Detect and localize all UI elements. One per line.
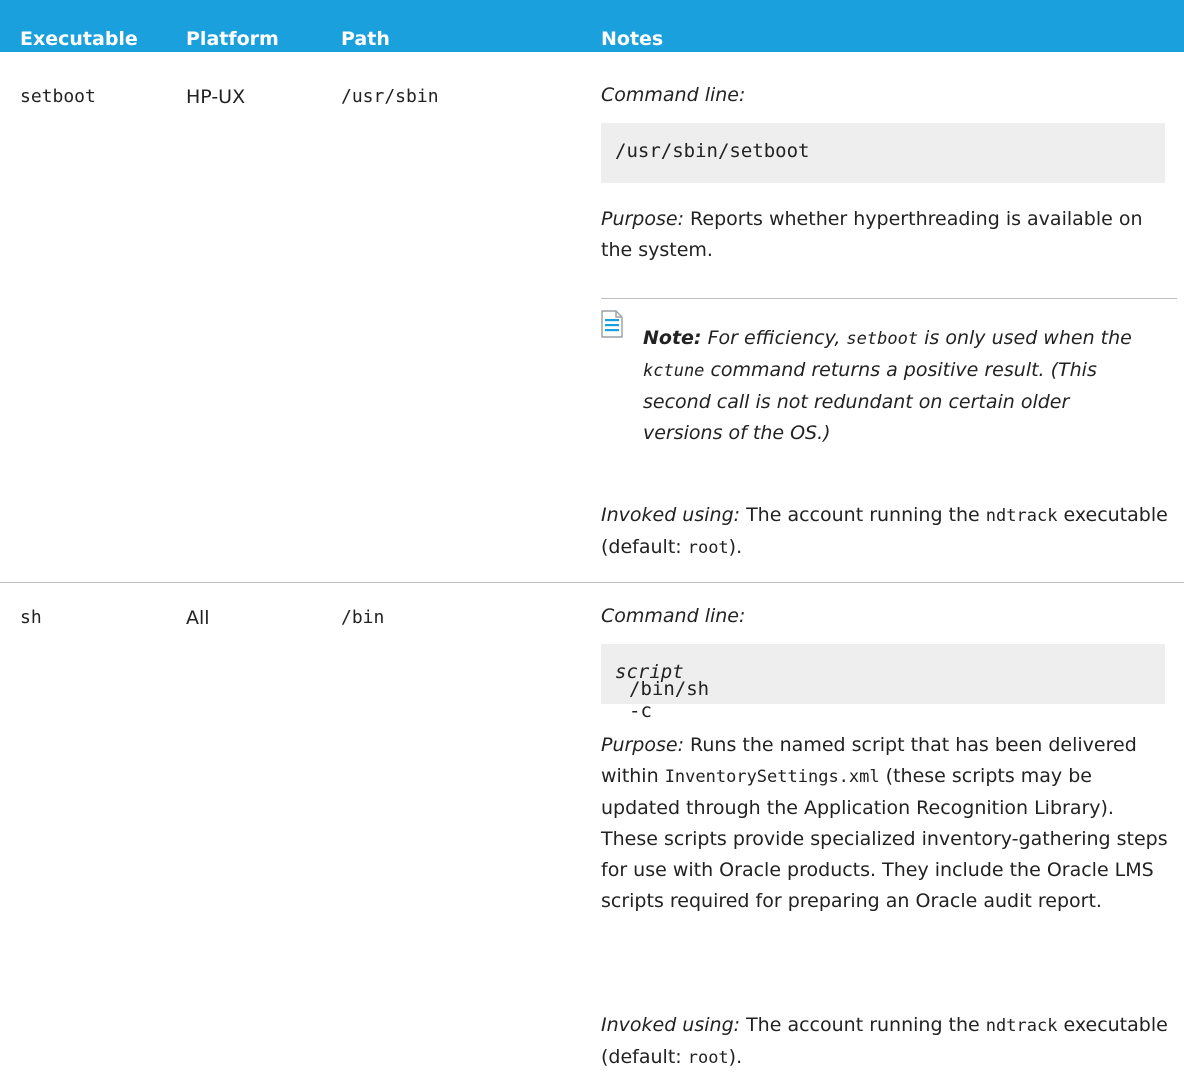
row-divider [0, 582, 1184, 583]
invoked-text: Invoked using: The account running the n… [601, 504, 1168, 558]
note-divider [601, 298, 1177, 299]
command-text: /bin/sh -c script [615, 661, 710, 722]
header-notes: Notes [601, 28, 664, 50]
note-document-icon [601, 310, 623, 338]
path-cell: /bin [341, 607, 385, 628]
table-header: Executable Platform Path Notes [0, 0, 1184, 52]
command-code-block: /bin/sh -c script [601, 644, 1165, 722]
command-label: Command line: [601, 84, 746, 106]
header-platform: Platform [186, 28, 279, 50]
invoked-text: Invoked using: The account running the n… [601, 1014, 1168, 1068]
executable-cell: setboot [20, 86, 96, 107]
executable-cell: sh [20, 607, 42, 628]
platform-cell: HP-UX [186, 86, 246, 108]
command-code-block: /usr/sbin/setboot [601, 123, 1165, 183]
note-callout: Note: For efficiency, setboot is only us… [643, 327, 1132, 444]
header-path: Path [341, 28, 390, 50]
purpose-text: Purpose: Reports whether hyperthreading … [601, 208, 1143, 261]
command-label: Command line: [601, 605, 746, 627]
command-text: /usr/sbin/setboot [615, 140, 810, 162]
path-cell: /usr/sbin [341, 86, 439, 107]
purpose-text: Purpose: Runs the named script that has … [601, 734, 1168, 912]
platform-cell: All [186, 607, 210, 629]
header-executable: Executable [20, 28, 138, 50]
